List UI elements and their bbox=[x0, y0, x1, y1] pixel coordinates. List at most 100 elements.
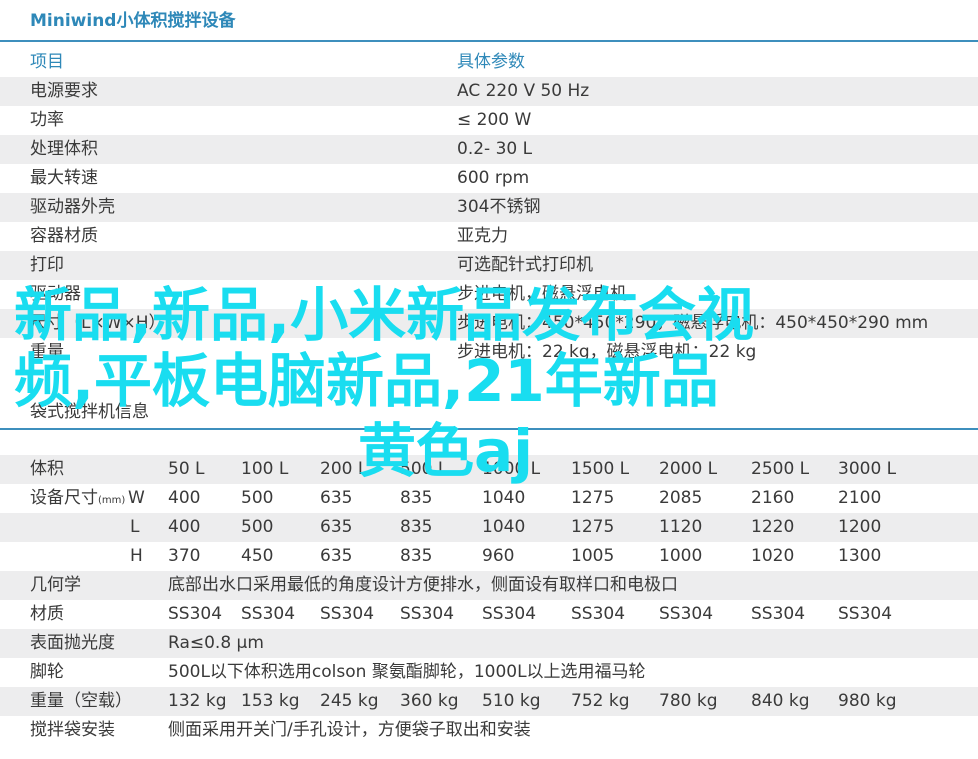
table-cell: 752 kg bbox=[571, 691, 630, 711]
table-cell: 1200 bbox=[838, 517, 882, 537]
table-cell: 635 bbox=[320, 517, 353, 537]
table-cell: SS304 bbox=[751, 604, 806, 624]
install-row: 搅拌袋安装 侧面采用开关门/手孔设计，方便袋子取出和安装 bbox=[0, 716, 978, 745]
spec-value: AC 220 V 50 Hz bbox=[457, 81, 590, 101]
size-unit: (mm) bbox=[98, 495, 126, 506]
material-row: 材质 SS304 SS304 SS304 SS304 SS304 SS304 SS304 SS… bbox=[0, 600, 978, 629]
header-rule bbox=[0, 40, 978, 42]
table-cell: 370 bbox=[168, 546, 201, 566]
volume-label: 体积 bbox=[30, 459, 64, 479]
table-row: 电源要求 AC 220 V 50 Hz bbox=[0, 77, 978, 106]
dim-w: W bbox=[128, 488, 145, 508]
geometry-row: 几何学 底部出水口采用最低的角度设计方便排水，侧面设有取样口和电极口 bbox=[0, 571, 978, 600]
table-cell: SS304 bbox=[400, 604, 455, 624]
spec-key: 功率 bbox=[30, 110, 64, 130]
material-label: 材质 bbox=[30, 604, 64, 624]
polish-row: 表面抛光度 Ra≤0.8 μm bbox=[0, 629, 978, 658]
table-cell: 1275 bbox=[571, 488, 615, 508]
spec-value: 可选配针式打印机 bbox=[457, 255, 593, 275]
table-cell: 1120 bbox=[659, 517, 703, 537]
table-cell: 400 bbox=[168, 517, 201, 537]
table-cell: 360 kg bbox=[400, 691, 459, 711]
table-cell: SS304 bbox=[571, 604, 626, 624]
table-cell: 840 kg bbox=[751, 691, 810, 711]
bag-table: 体积 50 L 100 L 200 L 500 L 1000 L 1500 L 2000 L… bbox=[0, 455, 978, 745]
spec-value: 304不锈钢 bbox=[457, 197, 541, 217]
table-cell: 400 bbox=[168, 488, 201, 508]
header-key: 项目 bbox=[30, 52, 64, 72]
table-cell: 450 bbox=[241, 546, 274, 566]
size-w-row: 设备尺寸(mm) W 400 500 635 835 1040 1275 2085 2160 2… bbox=[0, 484, 978, 513]
spec-key: 电源要求 bbox=[30, 81, 98, 101]
table-row: 处理体积 0.2- 30 L bbox=[0, 135, 978, 164]
spec-value: 亚克力 bbox=[457, 226, 508, 246]
table-cell: 2500 L bbox=[751, 459, 810, 479]
caster-value: 500L以下体积选用colson 聚氨酯脚轮，1000L以上选用福马轮 bbox=[168, 662, 646, 682]
table-cell: 635 bbox=[320, 546, 353, 566]
geometry-value: 底部出水口采用最低的角度设计方便排水，侧面设有取样口和电极口 bbox=[168, 575, 678, 595]
page-title: Miniwind小体积搅拌设备 bbox=[30, 11, 236, 31]
table-cell: 1000 bbox=[659, 546, 703, 566]
overlay-line-3[interactable]: 黄色aj bbox=[358, 416, 533, 486]
header-value: 具体参数 bbox=[457, 52, 525, 72]
table-cell: SS304 bbox=[241, 604, 296, 624]
table-cell: 3000 L bbox=[838, 459, 897, 479]
install-label: 搅拌袋安装 bbox=[30, 720, 115, 740]
table-cell: 1220 bbox=[751, 517, 795, 537]
table-cell: 1040 bbox=[482, 488, 526, 508]
table-cell: 1020 bbox=[751, 546, 795, 566]
table-cell: SS304 bbox=[659, 604, 714, 624]
spec-value: 0.2- 30 L bbox=[457, 139, 533, 159]
table-cell: 1040 bbox=[482, 517, 526, 537]
table-cell: 1300 bbox=[838, 546, 882, 566]
table-cell: 50 L bbox=[168, 459, 205, 479]
caster-label: 脚轮 bbox=[30, 662, 64, 682]
polish-label: 表面抛光度 bbox=[30, 633, 115, 653]
spec-key: 驱动器外壳 bbox=[30, 197, 115, 217]
overlay-line-1[interactable]: 新品,新品,小米新品发布会视 bbox=[14, 280, 754, 350]
table-cell: SS304 bbox=[320, 604, 375, 624]
table-cell: SS304 bbox=[838, 604, 893, 624]
spec-value: 600 rpm bbox=[457, 168, 530, 188]
table-cell: 1500 L bbox=[571, 459, 630, 479]
table-cell: 1005 bbox=[571, 546, 615, 566]
table-row: 最大转速 600 rpm bbox=[0, 164, 978, 193]
polish-value: Ra≤0.8 μm bbox=[168, 633, 264, 653]
table-cell: 2000 L bbox=[659, 459, 718, 479]
size-l-row: L 400 500 635 835 1040 1275 1120 1220 1200 bbox=[0, 513, 978, 542]
table-cell: 2085 bbox=[659, 488, 703, 508]
geometry-label: 几何学 bbox=[30, 575, 81, 595]
table-cell: 980 kg bbox=[838, 691, 897, 711]
dim-l: L bbox=[130, 517, 140, 537]
weight-row: 重量（空载） 132 kg 153 kg 245 kg 360 kg 510 kg 752… bbox=[0, 687, 978, 716]
table-cell: 510 kg bbox=[482, 691, 541, 711]
table-cell: 1275 bbox=[571, 517, 615, 537]
table-row: 驱动器外壳 304不锈钢 bbox=[0, 193, 978, 222]
dim-h: H bbox=[130, 546, 143, 566]
overlay-line-2[interactable]: 频,平板电脑新品,21年新品 bbox=[14, 346, 719, 416]
spec-key: 打印 bbox=[30, 255, 64, 275]
table-cell: 153 kg bbox=[241, 691, 300, 711]
table-cell: 780 kg bbox=[659, 691, 718, 711]
table-row: 打印 可选配针式打印机 bbox=[0, 251, 978, 280]
table-cell: 635 bbox=[320, 488, 353, 508]
table-cell: 835 bbox=[400, 488, 433, 508]
table-cell: 100 L bbox=[241, 459, 289, 479]
size-label: 设备尺寸(mm) bbox=[30, 488, 126, 508]
spec-key: 处理体积 bbox=[30, 139, 98, 159]
spec-key: 容器材质 bbox=[30, 226, 98, 246]
table-cell: SS304 bbox=[482, 604, 537, 624]
table-cell: SS304 bbox=[168, 604, 223, 624]
table-cell: 500 bbox=[241, 488, 274, 508]
table-cell: 835 bbox=[400, 546, 433, 566]
table-cell: 132 kg bbox=[168, 691, 227, 711]
table-cell: 500 bbox=[241, 517, 274, 537]
install-value: 侧面采用开关门/手孔设计，方便袋子取出和安装 bbox=[168, 720, 531, 740]
spec-value: ≤ 200 W bbox=[457, 110, 532, 130]
size-h-row: H 370 450 635 835 960 1005 1000 1020 1300 bbox=[0, 542, 978, 571]
spec-key: 最大转速 bbox=[30, 168, 98, 188]
table-row: 容器材质 亚克力 bbox=[0, 222, 978, 251]
table-cell: 245 kg bbox=[320, 691, 379, 711]
weight-label: 重量（空载） bbox=[30, 691, 132, 711]
table-cell: 2160 bbox=[751, 488, 795, 508]
